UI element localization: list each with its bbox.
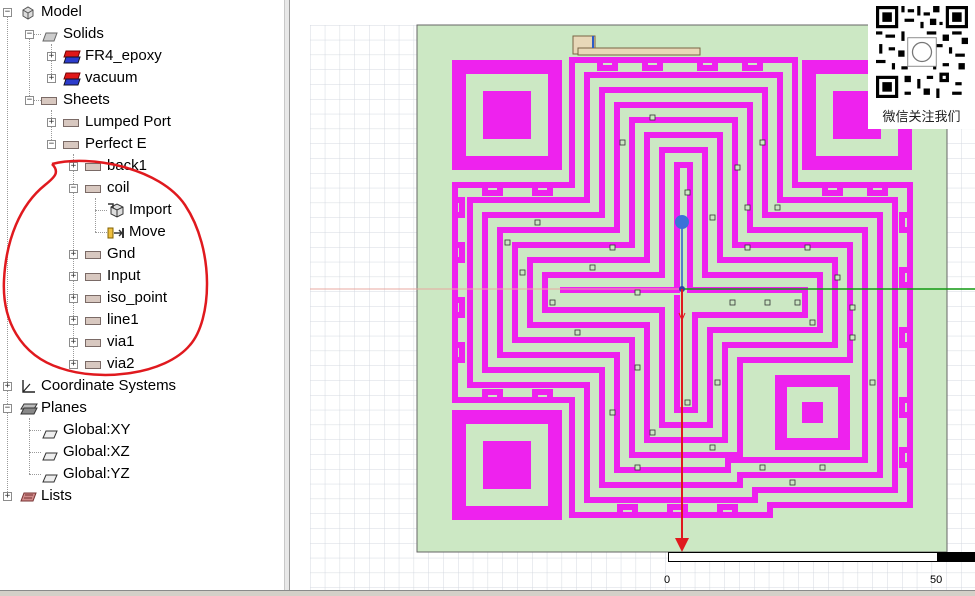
material-icon (63, 49, 81, 71)
tree-item-label: Global:XY (63, 421, 131, 438)
tree-item-label: Solids (63, 25, 104, 42)
project-tree: − Model − Solids + FR4_epoxy + vacuum − … (0, 0, 285, 590)
sheet-icon (41, 97, 57, 105)
lists-icon (20, 489, 38, 511)
scale-bar: 0 50 (664, 552, 975, 588)
tree-item-label: FR4_epoxy (85, 47, 162, 64)
finder-pattern-top-left (452, 60, 562, 170)
axis-origin-handle[interactable] (675, 215, 689, 229)
scale-bar-white-segment (668, 552, 938, 562)
collapse-toggle[interactable]: − (25, 30, 34, 39)
tree-item-label: Global:XZ (63, 443, 130, 460)
solids-icon (42, 28, 58, 50)
expand-toggle[interactable]: + (3, 492, 12, 501)
status-bar (0, 590, 975, 596)
wechat-qr-card[interactable]: 微信关注我们 (868, 0, 975, 129)
planes-icon (20, 401, 38, 423)
qr-caption: 微信关注我们 (882, 110, 961, 125)
collapse-toggle[interactable]: − (47, 140, 56, 149)
tree-item-label: Sheets (63, 91, 110, 108)
scale-label-start: 0 (664, 574, 671, 586)
scale-label-end: 50 (930, 574, 943, 586)
tree-item-label: Global:YZ (63, 465, 130, 482)
sheet-icon (63, 119, 79, 127)
expand-toggle[interactable]: + (47, 52, 56, 61)
tree-item-label: Planes (41, 399, 87, 416)
collapse-toggle[interactable]: − (3, 404, 12, 413)
tree-item-label: Lumped Port (85, 113, 171, 130)
annotation-circle (2, 159, 209, 377)
expand-toggle[interactable]: + (47, 118, 56, 127)
expand-toggle[interactable]: + (47, 74, 56, 83)
plane-icon (42, 425, 58, 447)
alignment-pattern (775, 375, 850, 450)
qr-code-image (876, 6, 968, 98)
collapse-toggle[interactable]: − (25, 96, 34, 105)
model-icon (20, 4, 36, 20)
finder-pattern-bottom-left (452, 410, 562, 520)
sheet-icon (63, 141, 79, 149)
collapse-toggle[interactable]: − (3, 8, 12, 17)
tree-item-label: Lists (41, 487, 72, 504)
modeler-viewport[interactable]: 微信关注我们 0 50 (290, 0, 975, 590)
plane-icon (42, 447, 58, 469)
tree-item-label: vacuum (85, 69, 138, 86)
tree-item-label: Model (41, 3, 82, 20)
scale-bar-black-segment (938, 552, 975, 562)
